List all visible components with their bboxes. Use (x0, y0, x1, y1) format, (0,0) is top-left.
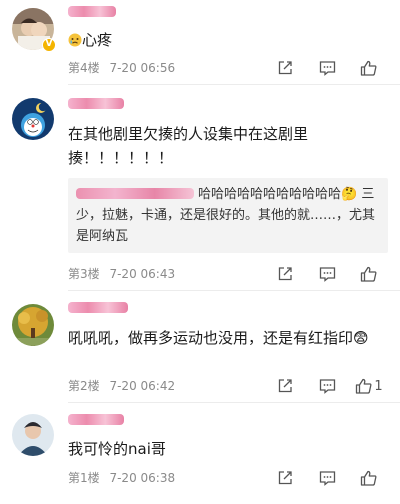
floor-number: 第2楼 (68, 379, 100, 393)
avatar[interactable] (12, 98, 54, 140)
reply-button[interactable] (306, 468, 348, 488)
share-button[interactable] (264, 264, 306, 284)
comment-actions (264, 58, 390, 78)
comment-text: 吼吼吼，做再多运动也没用，还是有红指印😨 (68, 329, 369, 347)
divider (68, 290, 400, 291)
avatar[interactable] (12, 414, 54, 456)
thumbs-up-icon (360, 470, 376, 486)
share-button[interactable] (264, 376, 306, 396)
comment-text: 心疼 (68, 28, 382, 52)
comment-time: 7-20 06:43 (109, 267, 176, 281)
avatar[interactable] (12, 304, 54, 346)
share-button[interactable] (264, 468, 306, 488)
share-icon (278, 471, 292, 485)
like-button[interactable] (348, 58, 390, 78)
avatar-cartoon-icon (12, 98, 54, 140)
like-button[interactable] (348, 264, 390, 284)
thumbs-up-icon (360, 60, 376, 76)
comment-icon (319, 471, 335, 486)
share-icon (278, 379, 292, 393)
comment-meta: 第2楼 7-20 06:42 (68, 378, 175, 394)
comment-actions (264, 264, 390, 284)
quoted-nickname (76, 188, 194, 199)
like-count: 1 (374, 378, 383, 394)
comment-time: 7-20 06:42 (109, 379, 176, 393)
comment-actions: 1 (264, 376, 390, 396)
divider (68, 402, 400, 403)
verified-badge-icon: V (42, 38, 56, 52)
comment-meta: 第3楼 7-20 06:43 (68, 266, 175, 282)
thumbs-up-icon (356, 378, 372, 394)
reply-button[interactable] (306, 58, 348, 78)
divider (68, 84, 400, 85)
reply-button[interactable] (306, 264, 348, 284)
avatar-photo-icon (12, 414, 54, 456)
floor-number: 第1楼 (68, 471, 100, 485)
comment-actions (264, 468, 390, 488)
nickname[interactable] (68, 414, 124, 428)
floor-number: 第4楼 (68, 61, 100, 75)
comment-meta: 第1楼 7-20 06:38 (68, 470, 175, 486)
comment-icon (319, 61, 335, 76)
comment-icon (319, 379, 335, 394)
like-button[interactable] (348, 468, 390, 488)
share-icon (278, 61, 292, 75)
nickname[interactable] (68, 98, 124, 112)
quoted-reply[interactable]: 哈哈哈哈哈哈哈哈哈哈哈🤔 三少，拉魅，卡通，还是很好的。其他的就……，尤其是阿纳… (68, 178, 388, 253)
comment-time: 7-20 06:38 (109, 471, 176, 485)
share-button[interactable] (264, 58, 306, 78)
share-icon (278, 267, 292, 281)
like-button[interactable]: 1 (348, 376, 390, 396)
comment-text: 在其他剧里欠揍的人设集中在这剧里揍！！！！！！ (68, 125, 309, 167)
nickname[interactable] (68, 302, 128, 316)
thumbs-up-icon (360, 266, 376, 282)
comment-time: 7-20 06:56 (109, 61, 176, 75)
avatar-photo-icon (12, 304, 54, 346)
comment-text: 我可怜的nai哥 (68, 440, 166, 458)
comment-meta: 第4楼 7-20 06:56 (68, 60, 175, 76)
crying-face-icon (68, 30, 82, 47)
reply-button[interactable] (306, 376, 348, 396)
comment-icon (319, 267, 335, 282)
nickname[interactable] (68, 6, 116, 20)
floor-number: 第3楼 (68, 267, 100, 281)
